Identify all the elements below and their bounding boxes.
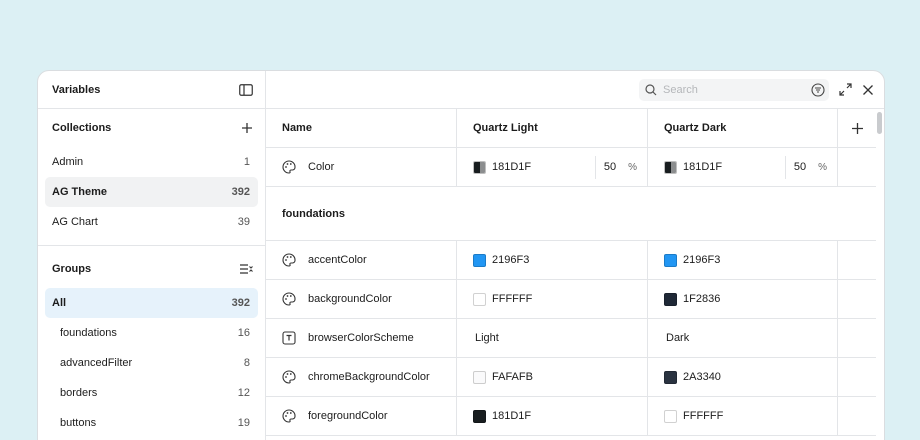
group-count: 392 (231, 297, 250, 309)
collection-count: 1 (243, 156, 250, 168)
opacity-field[interactable]: 50 % (784, 155, 837, 179)
color-value: 181D1F (683, 161, 723, 173)
variable-name: chromeBackgroundColor (308, 371, 430, 383)
collection-label: AG Theme (52, 186, 108, 198)
sidebar: Variables Collections Admin 1 AG Theme 3… (38, 71, 266, 440)
color-value: 181D1F (492, 410, 532, 422)
palette-icon (282, 370, 296, 384)
collections-label: Collections (52, 122, 112, 134)
collection-label: Admin (52, 156, 84, 168)
text-icon (282, 331, 296, 345)
color-swatch (664, 292, 677, 306)
variables-table: Name Quartz Light Quartz Dark Color 181D… (266, 109, 876, 436)
group-label: foundations (60, 327, 117, 339)
search-icon (645, 83, 657, 96)
color-value: FFFFFF (683, 410, 724, 422)
vertical-scrollbar[interactable] (877, 112, 882, 134)
sidebar-divider (38, 245, 265, 246)
collection-count: 39 (237, 216, 250, 228)
table-row[interactable]: accentColor 2196F3 2196F3 (266, 241, 876, 280)
close-icon[interactable] (862, 84, 874, 96)
variables-window: Variables Collections Admin 1 AG Theme 3… (37, 70, 885, 440)
color-value: FAFAFB (492, 371, 533, 383)
table-row[interactable]: foregroundColor 181D1F FFFFFF (266, 397, 876, 436)
string-value: Light (475, 332, 499, 344)
table-header-row: Name Quartz Light Quartz Dark (266, 109, 876, 148)
color-swatch (664, 160, 677, 174)
group-heading: foundations (266, 187, 876, 241)
opacity-field[interactable]: 50 % (594, 155, 647, 179)
group-count: 16 (237, 327, 250, 339)
variable-name: Color (308, 161, 335, 173)
sidebar-header: Variables (38, 71, 265, 109)
table-row[interactable]: browserColorScheme Light Dark (266, 319, 876, 358)
palette-icon (282, 253, 296, 267)
color-value: 1F2836 (683, 293, 721, 305)
group-count: 12 (237, 387, 250, 399)
opacity-unit: % (818, 161, 827, 173)
palette-icon (282, 292, 296, 306)
opacity-unit: % (628, 161, 637, 173)
string-value: Dark (666, 332, 690, 344)
color-swatch (473, 292, 486, 306)
color-swatch (473, 409, 486, 423)
color-swatch (473, 370, 486, 384)
groups-header: Groups (38, 250, 265, 288)
variable-name: backgroundColor (308, 293, 392, 305)
panel-title: Variables (52, 83, 101, 96)
collection-label: AG Chart (52, 216, 98, 228)
group-label: buttons (60, 417, 97, 429)
color-value: 2196F3 (683, 254, 721, 266)
color-swatch (473, 253, 486, 267)
group-label: advancedFilter (60, 357, 133, 369)
group-item-foundations[interactable]: foundations 16 (45, 318, 258, 348)
add-mode-button[interactable] (838, 109, 876, 147)
variable-name: foregroundColor (308, 410, 388, 422)
variable-name: accentColor (308, 254, 367, 266)
collection-item-ag-chart[interactable]: AG Chart 39 (45, 207, 258, 237)
group-count: 19 (237, 417, 250, 429)
expand-icon[interactable] (839, 83, 852, 96)
search-input[interactable] (663, 83, 805, 96)
group-item-advanced-filter[interactable]: advancedFilter 8 (45, 348, 258, 378)
collection-item-ag-theme[interactable]: AG Theme 392 (45, 177, 258, 207)
collections-header: Collections (38, 109, 265, 147)
palette-icon (282, 160, 296, 174)
groups-label: Groups (52, 263, 92, 275)
collapse-groups-icon[interactable] (239, 263, 253, 275)
palette-icon (282, 409, 296, 423)
group-item-buttons[interactable]: buttons 19 (45, 408, 258, 438)
toolbar (266, 71, 884, 109)
column-header-quartz-light[interactable]: Quartz Light (457, 109, 648, 147)
table-row[interactable]: backgroundColor FFFFFF 1F2836 (266, 280, 876, 319)
variable-name: browserColorScheme (308, 332, 414, 344)
collection-count: 392 (231, 186, 250, 198)
filter-icon[interactable] (811, 82, 825, 97)
color-swatch (664, 409, 677, 423)
color-value: FFFFFF (492, 293, 533, 305)
add-icon (851, 122, 864, 135)
opacity-value: 50 (603, 161, 617, 173)
table-row[interactable]: Color 181D1F 50 % 181D1F 50 % (266, 148, 876, 187)
search-box (639, 78, 829, 101)
color-value: 181D1F (492, 161, 532, 173)
group-label: borders (60, 387, 98, 399)
color-swatch (473, 160, 486, 174)
add-collection-icon[interactable] (241, 122, 253, 134)
group-item-all[interactable]: All 392 (45, 288, 258, 318)
color-value: 2196F3 (492, 254, 530, 266)
table-row[interactable]: chromeBackgroundColor FAFAFB 2A3340 (266, 358, 876, 397)
collection-item-admin[interactable]: Admin 1 (45, 147, 258, 177)
variables-main: Name Quartz Light Quartz Dark Color (266, 71, 884, 440)
group-count: 8 (243, 357, 250, 369)
group-label: All (52, 297, 67, 309)
group-item-borders[interactable]: borders 12 (45, 378, 258, 408)
opacity-value: 50 (793, 161, 807, 173)
color-value: 2A3340 (683, 371, 721, 383)
column-header-quartz-dark[interactable]: Quartz Dark (648, 109, 838, 147)
toggle-sidebar-icon[interactable] (239, 83, 253, 96)
color-swatch (664, 370, 677, 384)
column-header-name: Name (266, 109, 457, 147)
color-swatch (664, 253, 677, 267)
